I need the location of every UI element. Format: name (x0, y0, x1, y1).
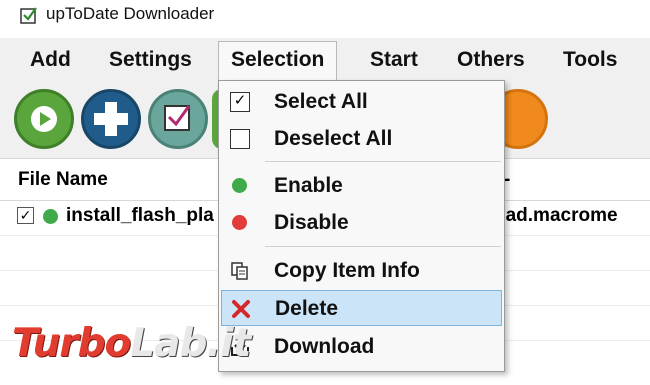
menu-item-copy-item-info[interactable]: Copy Item Info (221, 253, 502, 289)
menu-selection[interactable]: Selection (218, 41, 338, 82)
checked-box-icon: ✓ (230, 92, 250, 112)
menu-others[interactable]: Others (451, 46, 531, 74)
menu-item-label: Copy Item Info (274, 259, 420, 282)
menu-item-label: Enable (274, 174, 343, 197)
menu-separator (265, 161, 501, 162)
copy-icon (231, 262, 248, 280)
add-button[interactable] (81, 89, 141, 149)
watermark-part-lab: Lab.it (130, 321, 251, 366)
menu-item-label: Disable (274, 211, 349, 234)
turbolab-watermark: TurboLab.it (12, 321, 251, 366)
menu-item-label: Download (274, 335, 375, 358)
menu-start[interactable]: Start (364, 46, 424, 74)
menu-item-select-all[interactable]: ✓ Select All (221, 84, 502, 120)
menu-item-label: Delete (275, 297, 339, 320)
selection-dropdown-menu: ✓ Select All Deselect All Enable Disable… (218, 80, 505, 372)
menu-item-deselect-all[interactable]: Deselect All (221, 121, 502, 157)
menu-settings[interactable]: Settings (103, 46, 198, 74)
title-bar: upToDate Downloader (0, 0, 650, 32)
green-dot-icon (232, 178, 247, 193)
delete-x-icon (232, 300, 250, 318)
menu-separator (265, 246, 501, 247)
menu-item-enable[interactable]: Enable (221, 168, 502, 204)
menu-bar: Add Settings Selection Start Others Tool… (0, 38, 650, 82)
checkbox-app-icon (20, 7, 37, 24)
row-url: oad.macrome (494, 205, 618, 226)
menu-item-download[interactable]: Download (221, 329, 502, 365)
play-icon (31, 106, 57, 132)
plus-icon (94, 102, 128, 136)
select-button[interactable] (148, 89, 208, 149)
watermark-part-turbo: Turbo (12, 321, 131, 366)
menu-item-disable[interactable]: Disable (221, 205, 502, 241)
menu-item-label: Select All (274, 90, 368, 113)
row-checkbox[interactable]: ✓ (17, 207, 34, 224)
start-button[interactable] (14, 89, 74, 149)
row-file-name: install_flash_pla (66, 205, 214, 226)
empty-box-icon (230, 129, 250, 149)
window-title: upToDate Downloader (46, 4, 215, 23)
menu-item-delete[interactable]: Delete (221, 290, 502, 326)
checklist-icon (164, 105, 191, 131)
menu-tools[interactable]: Tools (557, 46, 623, 74)
menu-add[interactable]: Add (24, 46, 77, 74)
column-file-name[interactable]: File Name (18, 169, 108, 191)
status-dot-icon (43, 209, 58, 224)
red-dot-icon (232, 215, 247, 230)
menu-item-label: Deselect All (274, 127, 393, 150)
